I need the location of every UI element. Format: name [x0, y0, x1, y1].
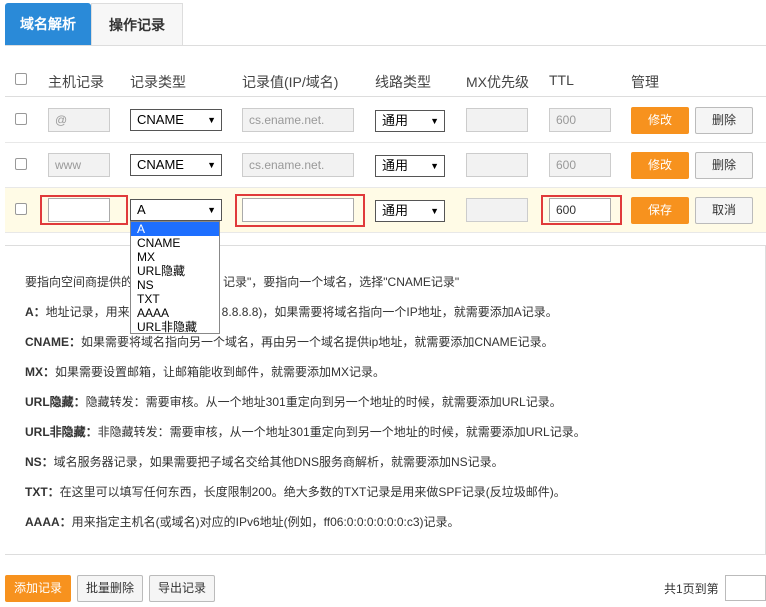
help-url-hidden: URL隐藏：隐藏转发：需要审核。从一个地址301重定向到另一个地址的时候，就需要…	[25, 393, 562, 410]
help-a-prefix: 地址记录，用来	[45, 305, 130, 319]
table-row: @ CNAME ▼ cs.ename.net. 通用 ▼ 600 修改 删除	[5, 98, 766, 143]
host-field[interactable]: www	[48, 153, 110, 177]
add-record-button[interactable]: 添加记录	[5, 575, 71, 602]
help-cname-label: CNAME：	[25, 335, 81, 349]
help-aaaa-label: AAAA：	[25, 515, 72, 529]
chevron-down-icon: ▼	[207, 205, 216, 215]
delete-button[interactable]: 删除	[695, 107, 753, 134]
help-a-text: 地址(如，8.8.8.8)，如果需要将域名指向一个IP地址，就需要添加A记录。	[169, 305, 558, 319]
help-ns-text: 域名服务器记录，如果需要把子域名交给其他DNS服务商解析，就需要添加NS记录。	[53, 455, 504, 469]
page-count-label: 共1页到第	[664, 582, 719, 596]
delete-button[interactable]: 删除	[695, 152, 753, 179]
chevron-down-icon: ▼	[207, 115, 216, 125]
help-urlnh-label: URL非隐藏：	[25, 425, 98, 439]
save-button[interactable]: 保存	[631, 197, 689, 224]
line-select[interactable]: 通用 ▼	[375, 200, 445, 222]
edit-button[interactable]: 修改	[631, 152, 689, 179]
help-ns: NS：域名服务器记录，如果需要把子域名交给其他DNS服务商解析，就需要添加NS记…	[25, 453, 504, 470]
header-type: 记录类型	[130, 74, 186, 90]
help-mx-label: MX：	[25, 365, 56, 379]
select-all-checkbox[interactable]	[15, 73, 27, 85]
help-intro: 要指向空间商提供的 记录"，要指向一个域名，选择"CNAME记录"	[25, 273, 459, 290]
dropdown-option-url-not-hidden[interactable]: URL非隐藏	[131, 320, 219, 334]
table-header: 主机记录 记录类型 记录值(IP/域名) 线路类型 MX优先级 TTL 管理	[5, 62, 766, 97]
help-mx-text: 如果需要设置邮箱，让邮箱能收到邮件，就需要添加MX记录。	[55, 365, 386, 379]
header-ttl: TTL	[549, 72, 574, 88]
mx-field[interactable]	[466, 108, 528, 132]
type-select-value: A	[137, 202, 146, 217]
help-a: A：地址记录，用来 地址(如，8.8.8.8)，如果需要将域名指向一个IP地址，就…	[25, 303, 558, 320]
row-checkbox[interactable]	[15, 203, 27, 215]
header-manage: 管理	[631, 74, 659, 90]
line-select-value: 通用	[382, 113, 409, 128]
type-select[interactable]: A ▼	[130, 199, 222, 221]
chevron-down-icon: ▼	[430, 161, 439, 171]
value-input[interactable]	[242, 198, 354, 222]
help-ns-label: NS：	[25, 455, 54, 469]
dropdown-option-a[interactable]: A	[131, 222, 219, 236]
line-select[interactable]: 通用 ▼	[375, 155, 445, 177]
help-a-label: A：	[25, 305, 46, 319]
chevron-down-icon: ▼	[430, 206, 439, 216]
batch-delete-button[interactable]: 批量删除	[77, 575, 143, 602]
help-txt-label: TXT：	[25, 485, 60, 499]
dropdown-option-txt[interactable]: TXT	[131, 292, 219, 306]
ttl-input[interactable]: 600	[549, 198, 611, 222]
dropdown-option-mx[interactable]: MX	[131, 250, 219, 264]
help-txt-text: 在这里可以填写任何东西，长度限制200。绝大多数的TXT记录是用来做SPF记录(…	[59, 485, 566, 499]
cancel-button[interactable]: 取消	[695, 197, 753, 224]
help-urlnh-text: 非隐藏转发：需要审核，从一个地址301重定向到另一个地址的时候，就需要添加URL…	[97, 425, 586, 439]
type-select[interactable]: CNAME ▼	[130, 154, 222, 176]
ttl-field[interactable]: 600	[549, 108, 611, 132]
type-select-value: CNAME	[137, 112, 184, 127]
mx-field[interactable]	[466, 153, 528, 177]
edit-button[interactable]: 修改	[631, 107, 689, 134]
chevron-down-icon: ▼	[430, 116, 439, 126]
header-host: 主机记录	[48, 74, 104, 90]
page-number-input[interactable]	[725, 575, 766, 601]
help-txt: TXT：在这里可以填写任何东西，长度限制200。绝大多数的TXT记录是用来做SP…	[25, 483, 566, 500]
line-select-value: 通用	[382, 158, 409, 173]
help-aaaa-text: 用来指定主机名(或域名)对应的IPv6地址(例如，ff06:0:0:0:0:0:…	[71, 515, 460, 529]
line-select[interactable]: 通用 ▼	[375, 110, 445, 132]
help-cname-text: 如果需要将域名指向另一个域名，再由另一个域名提供ip地址，就需要添加CNAME记…	[81, 335, 554, 349]
help-cname: CNAME：如果需要将域名指向另一个域名，再由另一个域名提供ip地址，就需要添加…	[25, 333, 554, 350]
help-intro-text-2: 记录"，要指向一个域名，选择"CNAME记录"	[223, 275, 460, 289]
type-select[interactable]: CNAME ▼	[130, 109, 222, 131]
row-checkbox[interactable]	[15, 113, 27, 125]
host-field[interactable]: @	[48, 108, 110, 132]
table-row: www CNAME ▼ cs.ename.net. 通用 ▼ 600 修改 删除	[5, 143, 766, 188]
tab-bar: 域名解析 操作记录	[5, 0, 766, 46]
help-aaaa: AAAA：用来指定主机名(或域名)对应的IPv6地址(例如，ff06:0:0:0…	[25, 513, 460, 530]
value-field[interactable]: cs.ename.net.	[242, 108, 354, 132]
host-input[interactable]	[48, 198, 110, 222]
mx-field[interactable]	[466, 198, 528, 222]
line-select-value: 通用	[382, 203, 409, 218]
help-intro-text: 要指向空间商提供的	[25, 275, 134, 289]
record-type-dropdown: A CNAME MX URL隐藏 NS TXT AAAA URL非隐藏	[130, 221, 220, 334]
row-checkbox[interactable]	[15, 158, 27, 170]
dropdown-option-url-hidden[interactable]: URL隐藏	[131, 264, 219, 278]
export-records-button[interactable]: 导出记录	[149, 575, 215, 602]
header-mx: MX优先级	[466, 74, 529, 90]
dropdown-option-aaaa[interactable]: AAAA	[131, 306, 219, 320]
value-field[interactable]: cs.ename.net.	[242, 153, 354, 177]
chevron-down-icon: ▼	[207, 160, 216, 170]
help-urlh-text: 隐藏转发：需要审核。从一个地址301重定向到另一个地址的时候，就需要添加URL记…	[85, 395, 562, 409]
header-value: 记录值(IP/域名)	[242, 74, 339, 90]
tab-operation-log[interactable]: 操作记录	[91, 3, 183, 45]
tab-dns-resolution[interactable]: 域名解析	[5, 3, 91, 45]
help-url-not-hidden: URL非隐藏：非隐藏转发：需要审核，从一个地址301重定向到另一个地址的时候，就…	[25, 423, 586, 440]
help-mx: MX：如果需要设置邮箱，让邮箱能收到邮件，就需要添加MX记录。	[25, 363, 385, 380]
dropdown-option-ns[interactable]: NS	[131, 278, 219, 292]
new-record-row: A ▼ 通用 ▼ 600 保存 取消	[5, 188, 766, 233]
help-urlh-label: URL隐藏：	[25, 395, 86, 409]
help-panel: 要指向空间商提供的 记录"，要指向一个域名，选择"CNAME记录" A：地址记录，…	[5, 245, 766, 555]
header-line: 线路类型	[375, 74, 431, 90]
ttl-field[interactable]: 600	[549, 153, 611, 177]
dropdown-option-cname[interactable]: CNAME	[131, 236, 219, 250]
type-select-value: CNAME	[137, 157, 184, 172]
